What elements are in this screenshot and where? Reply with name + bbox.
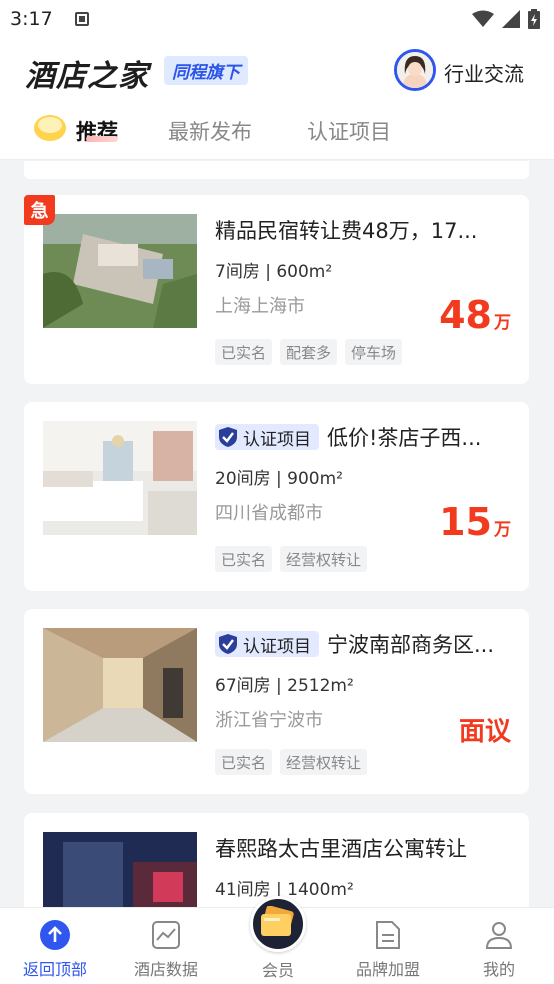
listing-photo xyxy=(43,628,197,742)
brand-badge: 同程旗下 xyxy=(164,56,248,85)
listing-title-row: 精品民宿转让费48万，17... xyxy=(215,215,505,245)
listing-price: 15 万 xyxy=(439,500,511,544)
verified-label: 认证项目 xyxy=(243,636,311,657)
user-icon xyxy=(485,922,513,949)
price-negotiable: 面议 xyxy=(458,717,511,747)
listing-tags: 已实名 经营权转让 xyxy=(215,749,368,775)
listing-card[interactable]: 急 精品民宿转让费48万，17... 7间房 | 600m² 上海上海市 48 … xyxy=(24,195,529,384)
listing-tags: 已实名 配套多 停车场 xyxy=(215,339,403,365)
chart-icon xyxy=(152,921,180,949)
nav-label: 品牌加盟 xyxy=(355,960,420,979)
verified-label: 认证项目 xyxy=(243,429,311,450)
nav-label: 返回顶部 xyxy=(22,960,87,979)
app-logo: 酒店之家 xyxy=(25,59,149,94)
active-tab-indicator xyxy=(86,136,118,142)
nav-hotel-data[interactable]: 酒店数据 xyxy=(111,908,221,984)
listing-card[interactable]: 认证项目 宁波南部商务区... 67间房 | 2512m² 浙江省宁波市 面议 … xyxy=(24,609,529,794)
app-header: 酒店之家 同程旗下 行业交流 xyxy=(0,38,554,104)
sim-icon xyxy=(74,12,89,26)
tag: 已实名 xyxy=(215,546,273,572)
document-icon xyxy=(376,921,400,949)
listing-location: 浙江省宁波市 xyxy=(215,710,323,731)
nav-label: 我的 xyxy=(482,960,515,979)
price-value: 15 xyxy=(439,500,492,544)
listing-spec: 67间房 | 2512m² xyxy=(215,676,354,696)
listing-price: 面议 xyxy=(459,711,511,748)
listing-card[interactable]: 认证项目 低价!茶店子西... 20间房 | 900m² 四川省成都市 15 万… xyxy=(24,402,529,591)
listing-title-row: 认证项目 低价!茶店子西... xyxy=(215,422,505,452)
category-tabs: 推荐 最新发布 认证项目 xyxy=(0,104,554,160)
battery-icon xyxy=(528,9,540,29)
previous-card-fragment xyxy=(24,161,529,179)
nav-member-label: 会员 xyxy=(261,961,294,980)
listing-title-row: 春熙路太古里酒店公寓转让 xyxy=(215,833,505,863)
status-time: 3:17 xyxy=(10,8,53,30)
status-bar: 3:17 xyxy=(0,0,554,38)
arrow-up-icon xyxy=(40,920,70,950)
listing-photo xyxy=(43,214,197,328)
shield-check-icon xyxy=(219,634,237,654)
verified-badge: 认证项目 xyxy=(215,631,319,657)
tab-certified[interactable]: 认证项目 xyxy=(307,116,391,146)
nav-brand-franchise[interactable]: 品牌加盟 xyxy=(333,908,443,984)
listing-title: 春熙路太古里酒店公寓转让 xyxy=(215,837,467,861)
tag: 已实名 xyxy=(215,339,273,365)
tag: 停车场 xyxy=(345,339,403,365)
listing-photo xyxy=(43,421,197,535)
listing-card[interactable]: 春熙路太古里酒店公寓转让 41间房 | 1400m² xyxy=(24,813,529,907)
industry-exchange-link[interactable]: 行业交流 xyxy=(444,58,524,87)
verified-badge: 认证项目 xyxy=(215,424,319,450)
price-value: 48 xyxy=(439,293,492,337)
listing-title: 精品民宿转让费48万，17... xyxy=(215,219,478,243)
user-avatar-icon xyxy=(397,52,433,88)
listing-location: 上海上海市 xyxy=(215,296,305,317)
nav-back-to-top[interactable]: 返回顶部 xyxy=(0,908,110,984)
wifi-icon xyxy=(472,10,494,27)
recommend-tab-icon xyxy=(34,115,66,141)
listing-title: 宁波南部商务区... xyxy=(327,633,495,657)
listing-title-row: 认证项目 宁波南部商务区... xyxy=(215,629,505,659)
nav-mine[interactable]: 我的 xyxy=(444,908,554,984)
tag: 已实名 xyxy=(215,749,273,775)
signal-icon xyxy=(502,10,520,28)
listing-tags: 已实名 经营权转让 xyxy=(215,546,368,572)
tag: 经营权转让 xyxy=(280,749,368,775)
tag: 经营权转让 xyxy=(280,546,368,572)
listing-location: 四川省成都市 xyxy=(215,503,323,524)
tab-latest[interactable]: 最新发布 xyxy=(168,116,252,146)
avatar[interactable] xyxy=(394,49,436,91)
listing-photo xyxy=(43,832,197,907)
price-unit: 万 xyxy=(494,313,511,333)
nav-label: 酒店数据 xyxy=(133,960,198,979)
urgent-badge: 急 xyxy=(24,195,55,225)
shield-check-icon xyxy=(219,427,237,447)
tag: 配套多 xyxy=(280,339,338,365)
member-card-icon xyxy=(261,906,294,936)
listing-title: 低价!茶店子西... xyxy=(327,426,482,450)
listing-spec: 7间房 | 600m² xyxy=(215,262,333,282)
listing-price: 48 万 xyxy=(439,293,511,337)
nav-member-button[interactable] xyxy=(250,896,306,952)
listing-list[interactable]: 急 精品民宿转让费48万，17... 7间房 | 600m² 上海上海市 48 … xyxy=(0,161,554,907)
price-unit: 万 xyxy=(494,520,511,540)
listing-spec: 20间房 | 900m² xyxy=(215,469,343,489)
